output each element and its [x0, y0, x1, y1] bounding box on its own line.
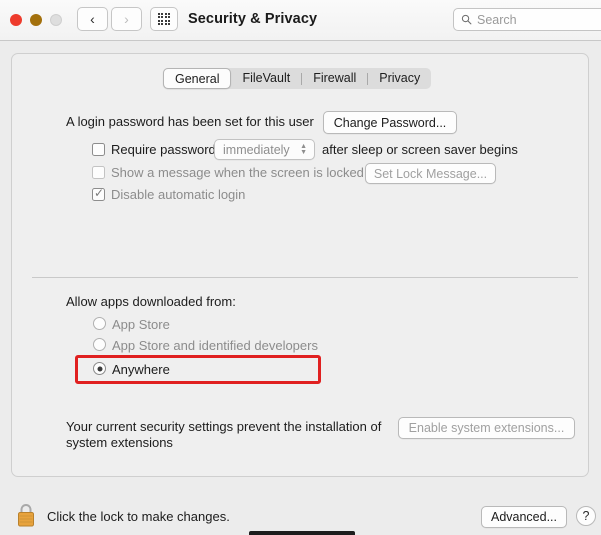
require-password-delay-select[interactable]: immediately ▲ ▼ — [214, 139, 315, 160]
gatekeeper-label-app-store-identified: App Store and identified developers — [112, 338, 318, 353]
gatekeeper-label-app-store: App Store — [112, 317, 170, 332]
window-controls — [10, 14, 62, 26]
tab-bar: General FileVault Firewall Privacy — [163, 68, 432, 89]
zoom-button — [50, 14, 62, 26]
chevron-left-icon: ‹ — [90, 11, 95, 27]
tab-general[interactable]: General — [163, 68, 232, 89]
checkmark-icon: ✓ — [94, 186, 105, 200]
lock-hint-text: Click the lock to make changes. — [47, 509, 230, 524]
lock-closed-icon[interactable] — [15, 502, 37, 528]
radio-selected-dot-icon — [97, 366, 102, 371]
set-lock-message-button[interactable]: Set Lock Message... — [365, 163, 496, 184]
show-all-button[interactable] — [150, 7, 178, 31]
section-divider — [32, 277, 578, 278]
enable-system-extensions-button[interactable]: Enable system extensions... — [398, 417, 575, 439]
login-password-status: A login password has been set for this u… — [66, 114, 314, 129]
back-button[interactable]: ‹ — [77, 7, 108, 31]
system-extensions-message: Your current security settings prevent t… — [66, 419, 382, 450]
gatekeeper-heading: Allow apps downloaded from: — [66, 294, 236, 309]
security-privacy-window: ‹ › Security & Privacy Search General Fi… — [0, 0, 601, 535]
grid-view-icon — [157, 12, 171, 26]
page-title: Security & Privacy — [188, 11, 318, 27]
disable-automatic-login-checkbox[interactable]: ✓ — [92, 186, 105, 201]
gatekeeper-radio-app-store[interactable] — [93, 317, 106, 330]
advanced-button[interactable]: Advanced... — [481, 506, 567, 528]
search-input[interactable]: Search — [453, 8, 601, 31]
show-lock-message-checkbox[interactable] — [92, 166, 105, 179]
forward-button: › — [111, 7, 142, 31]
help-button[interactable]: ? — [576, 506, 596, 526]
chevron-right-icon: › — [124, 11, 129, 27]
close-button[interactable] — [10, 14, 22, 26]
disable-automatic-login-label: Disable automatic login — [111, 187, 246, 202]
tab-privacy[interactable]: Privacy — [368, 68, 431, 89]
window-bottom-edge — [249, 531, 355, 535]
gatekeeper-radio-app-store-identified[interactable] — [93, 338, 106, 351]
require-password-suffix-label: after sleep or screen saver begins — [322, 142, 518, 157]
gatekeeper-radio-anywhere[interactable] — [93, 362, 106, 375]
search-placeholder: Search — [477, 12, 517, 27]
minimize-button[interactable] — [30, 14, 42, 26]
chevron-updown-icon: ▲ ▼ — [300, 142, 307, 156]
require-password-delay-value: immediately — [223, 142, 290, 157]
require-password-checkbox[interactable] — [92, 143, 105, 156]
change-password-button[interactable]: Change Password... — [323, 111, 457, 134]
tab-firewall[interactable]: Firewall — [302, 68, 367, 89]
gatekeeper-label-anywhere: Anywhere — [112, 362, 170, 377]
tab-filevault[interactable]: FileVault — [231, 68, 301, 89]
show-lock-message-label: Show a message when the screen is locked — [111, 165, 364, 180]
window-titlebar: ‹ › Security & Privacy Search — [0, 0, 601, 41]
require-password-label: Require password — [111, 142, 216, 157]
search-icon — [461, 14, 472, 25]
